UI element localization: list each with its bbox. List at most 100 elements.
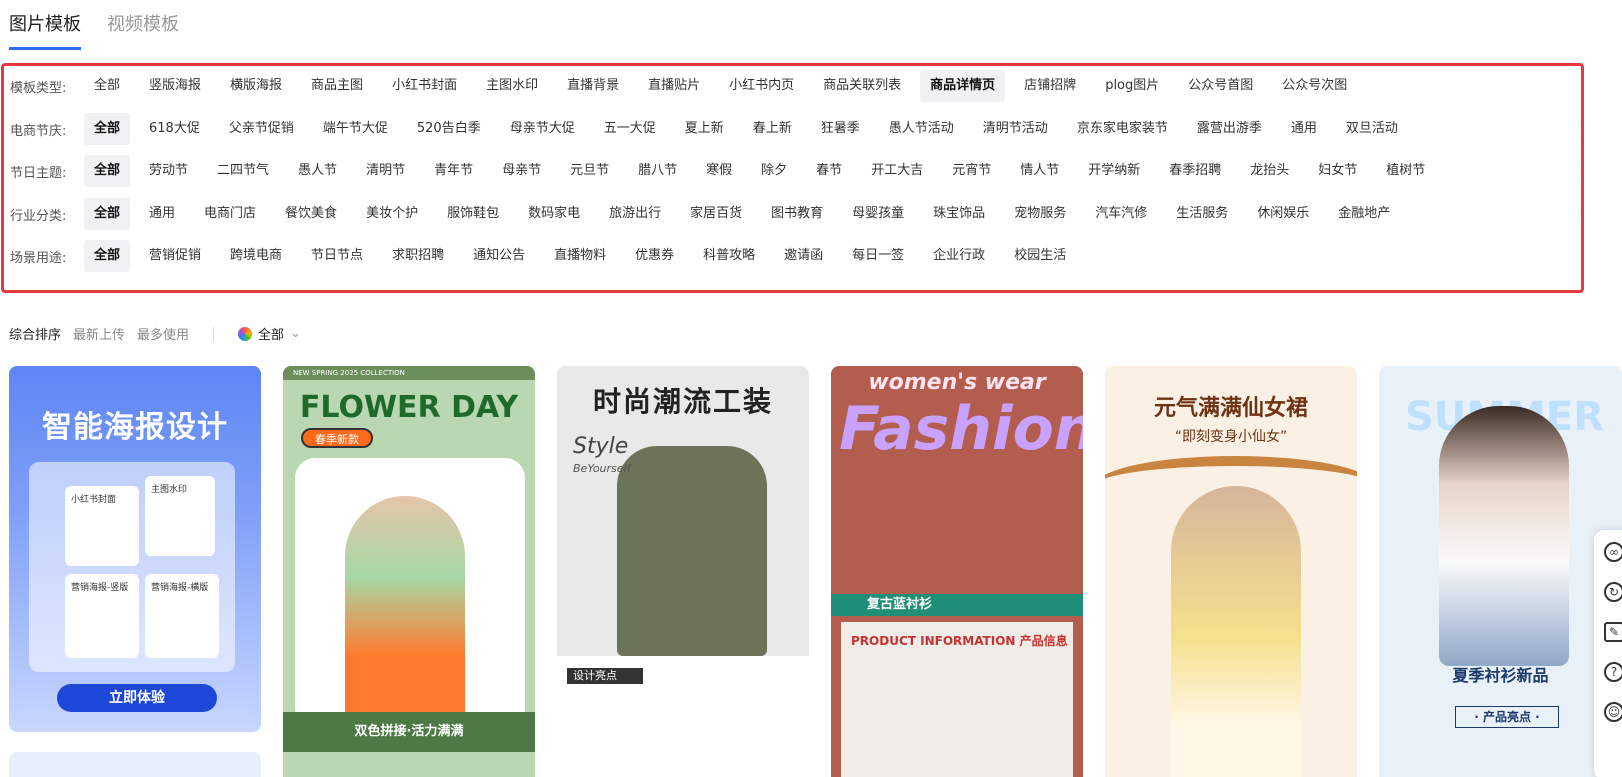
filter-chip[interactable]: 科普攻略 [693, 240, 765, 272]
filter-chip[interactable]: 店铺招牌 [1014, 70, 1086, 102]
filter-chip[interactable]: 数码家电 [518, 198, 590, 230]
filter-chip[interactable]: 植树节 [1376, 155, 1435, 187]
template-card-fashion[interactable]: women's wear Fashion 复古蓝衬衫 PRODUCT INFOR… [831, 366, 1083, 777]
filter-chip[interactable]: 青年节 [424, 155, 483, 187]
filter-chip[interactable]: 愚人节 [288, 155, 347, 187]
filter-chip[interactable]: 企业行政 [923, 240, 995, 272]
filter-chip[interactable]: 公众号次图 [1272, 70, 1357, 102]
filter-chip[interactable]: 节日节点 [301, 240, 373, 272]
filter-chip[interactable]: 竖版海报 [139, 70, 211, 102]
filter-chip[interactable]: 直播背景 [557, 70, 629, 102]
template-card-fairy-dress[interactable]: 元气满满仙女裙 “即刻变身小仙女” [1105, 366, 1357, 777]
filter-chip[interactable]: 双旦活动 [1336, 113, 1408, 145]
filter-chip[interactable]: 腊八节 [628, 155, 687, 187]
template-card-ai-poster[interactable]: 智能海报设计 小红书封面 主图水印 营销海报-竖版 营销海报-横版 立即体验 [9, 366, 261, 732]
filter-chip[interactable]: 元宵节 [942, 155, 1001, 187]
filter-chip[interactable]: 直播物料 [544, 240, 616, 272]
link-icon[interactable]: ∞ [1604, 542, 1622, 562]
filter-chip[interactable]: 全部 [84, 155, 131, 187]
filter-chip[interactable]: 母亲节 [492, 155, 551, 187]
filter-chip[interactable]: 母婴孩童 [842, 198, 914, 230]
refresh-icon[interactable]: ↻ [1604, 582, 1622, 602]
filter-chip[interactable]: 春季招聘 [1159, 155, 1231, 187]
filter-chip[interactable]: 小红书封面 [382, 70, 467, 102]
template-card-partial[interactable] [9, 752, 261, 777]
filter-chip[interactable]: 通知公告 [463, 240, 535, 272]
filter-chip[interactable]: 公众号首图 [1178, 70, 1263, 102]
filter-chip[interactable]: 清明节 [356, 155, 415, 187]
filter-chip[interactable]: 母亲节大促 [500, 113, 585, 145]
filter-chip[interactable]: 商品详情页 [920, 70, 1006, 102]
help-icon[interactable]: ? [1604, 662, 1622, 682]
filter-chip[interactable]: 开学纳新 [1078, 155, 1150, 187]
filter-chip[interactable]: 汽车汽修 [1085, 198, 1157, 230]
sort-most-used[interactable]: 最多使用 [137, 324, 189, 343]
filter-chip[interactable]: 珠宝饰品 [923, 198, 995, 230]
filter-chip[interactable]: 父亲节促销 [219, 113, 304, 145]
filter-chip[interactable]: 京东家电家装节 [1067, 113, 1178, 145]
tab-image-templates[interactable]: 图片模板 [9, 10, 81, 50]
filter-chip[interactable]: 跨境电商 [220, 240, 292, 272]
filter-chip[interactable]: 美妆个护 [356, 198, 428, 230]
filter-chip[interactable]: 露营出游季 [1187, 113, 1272, 145]
filter-chip[interactable]: 元旦节 [560, 155, 619, 187]
edit-icon[interactable]: ✎ [1604, 622, 1622, 642]
filter-chip[interactable]: 妇女节 [1308, 155, 1367, 187]
filter-chip[interactable]: 商品关联列表 [813, 70, 911, 102]
filter-chip[interactable]: 求职招聘 [382, 240, 454, 272]
more-button[interactable]: 更多⌄ [1580, 206, 1581, 244]
filter-chip[interactable]: 劳动节 [139, 155, 198, 187]
more-button[interactable]: 更多⌄ [1580, 121, 1581, 159]
filter-chip[interactable]: 校园生活 [1004, 240, 1076, 272]
tab-video-templates[interactable]: 视频模板 [107, 10, 179, 50]
filter-chip[interactable]: 主图水印 [476, 70, 548, 102]
filter-chip[interactable]: 全部 [84, 198, 131, 230]
filter-chip[interactable]: 龙抬头 [1240, 155, 1299, 187]
filter-chip[interactable]: 宠物服务 [1004, 198, 1076, 230]
filter-chip[interactable]: 优惠券 [625, 240, 684, 272]
filter-chip[interactable]: 直播贴片 [638, 70, 710, 102]
filter-chip[interactable]: 春上新 [743, 113, 802, 145]
filter-chip[interactable]: 小红书内页 [719, 70, 804, 102]
filter-chip[interactable]: 清明节活动 [973, 113, 1058, 145]
filter-chip[interactable]: 端午节大促 [313, 113, 398, 145]
filter-chip[interactable]: 服饰鞋包 [437, 198, 509, 230]
filter-chip[interactable]: 营销促销 [139, 240, 211, 272]
filter-chip[interactable]: 春节 [806, 155, 852, 187]
filter-chip[interactable]: 全部 [84, 240, 131, 272]
filter-chip[interactable]: 通用 [139, 198, 185, 230]
filter-chip[interactable]: 情人节 [1010, 155, 1069, 187]
filter-chip[interactable]: plog图片 [1095, 70, 1169, 102]
filter-chip[interactable]: 旅游出行 [599, 198, 671, 230]
sort-comprehensive[interactable]: 综合排序 [9, 324, 61, 343]
filter-chip[interactable]: 狂暑季 [811, 113, 870, 145]
filter-chip[interactable]: 横版海报 [220, 70, 292, 102]
filter-chip[interactable]: 商品主图 [301, 70, 373, 102]
template-card-summer-shirt[interactable]: SUMMER 夏季衬衫新品 · 产品亮点 · [1379, 366, 1622, 777]
filter-chip[interactable]: 寒假 [696, 155, 742, 187]
smile-icon[interactable]: ☺ [1604, 702, 1622, 722]
template-card-workwear[interactable]: 时尚潮流工装 Style BeYourself 设计亮点 [557, 366, 809, 777]
more-button[interactable]: 更多⌄ [1580, 163, 1581, 201]
filter-chip[interactable]: 618大促 [139, 113, 210, 145]
filter-chip[interactable]: 每日一签 [842, 240, 914, 272]
filter-chip[interactable]: 餐饮美食 [275, 198, 347, 230]
filter-chip[interactable]: 金融地产 [1328, 198, 1400, 230]
filter-chip[interactable]: 家居百货 [680, 198, 752, 230]
template-card-flower-day[interactable]: NEW SPRING 2025 COLLECTION FLOWER DAY 春季… [283, 366, 535, 777]
filter-chip[interactable]: 全部 [84, 113, 131, 145]
filter-chip[interactable]: 开工大吉 [861, 155, 933, 187]
filter-chip[interactable]: 通用 [1281, 113, 1327, 145]
filter-chip[interactable]: 愚人节活动 [879, 113, 964, 145]
filter-chip[interactable]: 邀请函 [774, 240, 833, 272]
sort-newest[interactable]: 最新上传 [73, 324, 125, 343]
try-now-button[interactable]: 立即体验 [57, 684, 217, 712]
color-filter-dropdown[interactable]: 全部 ⌄ [238, 324, 301, 343]
filter-chip[interactable]: 电商门店 [194, 198, 266, 230]
filter-chip[interactable]: 夏上新 [675, 113, 734, 145]
filter-chip[interactable]: 二四节气 [207, 155, 279, 187]
filter-chip[interactable]: 生活服务 [1166, 198, 1238, 230]
filter-chip[interactable]: 五一大促 [594, 113, 666, 145]
filter-chip[interactable]: 图书教育 [761, 198, 833, 230]
filter-chip[interactable]: 休闲娱乐 [1247, 198, 1319, 230]
